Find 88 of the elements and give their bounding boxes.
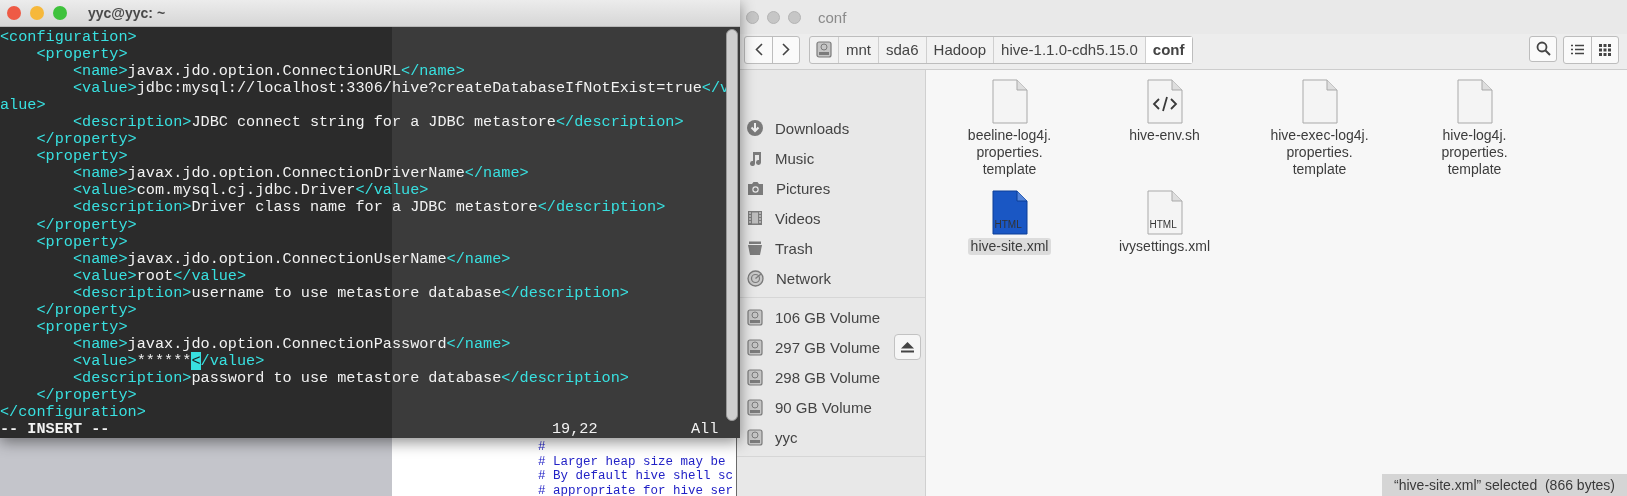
code-line: </property> xyxy=(35,131,137,149)
chevron-right-icon xyxy=(782,43,790,56)
code-line: <property> xyxy=(35,46,128,64)
file-name[interactable]: ivysettings.xml xyxy=(1116,238,1213,255)
code-line: # xyxy=(538,440,546,455)
download-icon xyxy=(747,120,763,136)
file-name[interactable]: hive-exec-log4j.properties.template xyxy=(1260,127,1379,178)
sidebar-item[interactable]: 298 GB Volume xyxy=(737,362,925,392)
status-bar: “hive-site.xml” selected (866 bytes) xyxy=(1382,474,1627,496)
code-line: <name>javax.jdo.option.ConnectionURL</name> xyxy=(71,63,465,81)
minimize-button[interactable] xyxy=(30,6,44,20)
eject-button[interactable] xyxy=(894,334,921,360)
list-icon xyxy=(1571,44,1584,55)
sidebar-item[interactable]: 90 GB Volume xyxy=(737,392,925,422)
drive-icon xyxy=(747,338,763,356)
html-file-icon[interactable]: HTML xyxy=(1146,190,1183,234)
document-icon[interactable] xyxy=(1301,79,1338,123)
code-line: <name>javax.jdo.option.ConnectionDriverName</name> xyxy=(71,165,529,183)
code-line: alue> xyxy=(0,97,46,115)
code-line: </property> xyxy=(35,301,137,319)
path-button[interactable]: sda6 xyxy=(878,36,926,63)
network-icon xyxy=(747,269,764,287)
code-line: <name>javax.jdo.option.ConnectionUserName</name> xyxy=(71,250,511,268)
window-title: conf xyxy=(818,8,847,26)
path-button[interactable]: Hadoop xyxy=(925,36,994,63)
sidebar-item[interactable]: Downloads xyxy=(737,113,925,143)
path-button[interactable]: mnt xyxy=(838,36,878,63)
code-line: <description>username to use metastore database</description> xyxy=(71,284,629,302)
search-icon xyxy=(1535,41,1551,56)
code-line: <property> xyxy=(35,233,128,251)
file-name[interactable]: hive-log4j.properties.template xyxy=(1415,127,1534,178)
file-type-label: HTML xyxy=(994,219,1022,230)
sidebar-item[interactable]: 106 GB Volume xyxy=(737,302,925,332)
close-button[interactable] xyxy=(7,6,21,20)
code-line: <description>JDBC connect string for a JDBC metastore</description> xyxy=(71,114,684,132)
sidebar-item[interactable]: 297 GB Volume xyxy=(737,332,925,362)
document-icon[interactable] xyxy=(1456,79,1493,123)
close-button[interactable] xyxy=(746,10,759,24)
drive-icon xyxy=(747,308,763,326)
code-line: <value>root</value> xyxy=(71,267,247,285)
code-line: <value>com.mysql.cj.jdbc.Driver</value> xyxy=(71,182,429,200)
code-line: <description>Driver class name for a JDBC metastore</description> xyxy=(71,199,666,217)
code-line: # appropriate for hive ser xyxy=(538,483,734,496)
camera-icon xyxy=(747,180,764,196)
sidebar-item[interactable]: Trash xyxy=(737,233,925,263)
eject-icon xyxy=(901,341,914,353)
drive-icon xyxy=(816,41,832,58)
music-note-icon xyxy=(747,150,763,166)
path-button[interactable]: hive-1.1.0-cdh5.15.0 xyxy=(993,36,1145,63)
sidebar-item[interactable]: Network xyxy=(737,263,925,293)
code-line: <name>javax.jdo.option.ConnectionPassword</name> xyxy=(71,335,511,353)
film-icon xyxy=(747,210,763,226)
drive-icon xyxy=(747,428,763,446)
window-title: yyc@yyc: ~ xyxy=(88,5,166,21)
code-line: </property> xyxy=(35,387,137,405)
document-icon[interactable] xyxy=(991,79,1028,123)
scrollbar[interactable] xyxy=(726,29,738,421)
code-line: <description>password to use metastore database</description> xyxy=(71,369,629,387)
file-name[interactable]: hive-env.sh xyxy=(1126,127,1203,144)
scroll-position: All xyxy=(691,421,719,439)
code-file-icon[interactable] xyxy=(1146,79,1183,123)
code-line: # By default hive shell sc xyxy=(538,469,734,484)
file-name[interactable]: hive-site.xml xyxy=(967,238,1052,255)
code-line: <value>******</value> xyxy=(71,352,265,370)
maximize-button[interactable] xyxy=(53,6,67,20)
drive-icon xyxy=(747,398,763,416)
drive-icon xyxy=(747,368,763,386)
code-line: <property> xyxy=(35,148,128,166)
code-line: </configuration> xyxy=(0,404,146,422)
grid-icon xyxy=(1599,43,1611,56)
code-line: <configuration> xyxy=(0,29,137,47)
chevron-left-icon xyxy=(754,43,763,56)
sidebar-item[interactable]: Pictures xyxy=(737,173,925,203)
file-type-label: HTML xyxy=(1149,219,1177,230)
cursor-position: 19,22 xyxy=(552,421,598,439)
minimize-button[interactable] xyxy=(767,10,780,24)
code-line: # Larger heap size may be xyxy=(538,454,726,470)
sidebar-item[interactable]: Videos xyxy=(737,203,925,233)
code-line: <property> xyxy=(35,318,128,336)
code-line: </property> xyxy=(35,216,137,234)
trash-icon xyxy=(747,240,763,256)
mode-indicator: -- INSERT -- xyxy=(0,421,110,439)
path-button[interactable]: conf xyxy=(1144,36,1192,63)
maximize-button[interactable] xyxy=(788,10,801,24)
sidebar-item[interactable]: Music xyxy=(737,143,925,173)
file-name[interactable]: beeline-log4j.properties.template xyxy=(950,127,1069,178)
sidebar-item[interactable]: yyc xyxy=(737,422,925,452)
search-button[interactable] xyxy=(1529,35,1557,62)
